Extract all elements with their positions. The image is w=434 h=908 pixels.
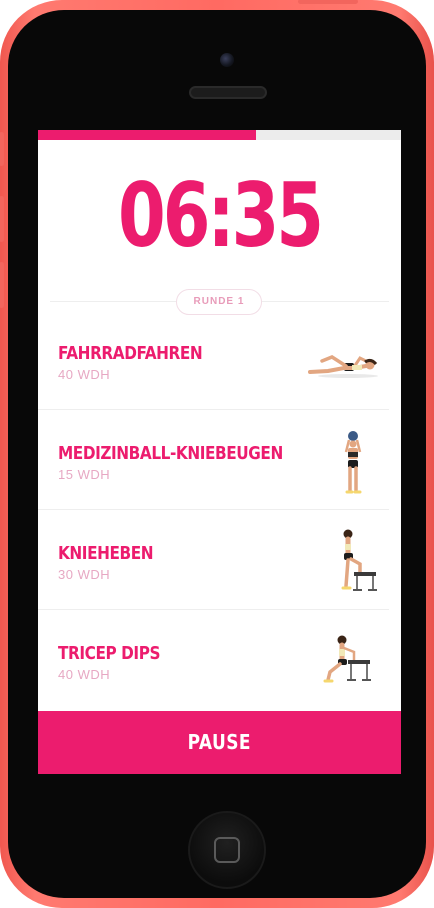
countdown-timer: 06:35 — [118, 164, 324, 267]
exercise-name: MEDIZINBALL-KNIEBEUGEN — [58, 443, 283, 464]
front-camera-icon — [220, 53, 234, 67]
medicine-ball-squat-figure-icon — [344, 431, 362, 494]
exercise-reps: 40 WDH — [58, 667, 111, 682]
exercise-list: FAHRRADFAHREN 40 WDH MEDIZINBALL-KNIEBEU… — [38, 310, 401, 710]
tricep-dips-bench-figure-icon — [323, 635, 371, 683]
exercise-name: KNIEHEBEN — [58, 543, 154, 564]
pause-button-label: PAUSE — [187, 730, 252, 754]
volume-up-button — [0, 196, 4, 242]
pause-button[interactable]: PAUSE — [38, 711, 401, 774]
workout-progress-fill — [38, 130, 256, 140]
workout-progress-bar — [38, 130, 401, 140]
exercise-item[interactable]: MEDIZINBALL-KNIEBEUGEN 15 WDH — [38, 410, 389, 510]
exercise-reps: 30 WDH — [58, 567, 111, 582]
exercise-item[interactable]: FAHRRADFAHREN 40 WDH — [38, 310, 389, 410]
mute-switch — [0, 132, 4, 166]
bicycle-crunch-figure-icon — [308, 355, 378, 378]
exercise-item[interactable]: TRICEP DIPS 40 WDH — [38, 610, 389, 710]
home-square-icon — [214, 837, 240, 863]
exercise-item[interactable]: KNIEHEBEN 30 WDH — [38, 510, 389, 610]
exercise-name: TRICEP DIPS — [58, 643, 161, 664]
exercise-reps: 40 WDH — [58, 367, 111, 382]
app-screen: 06:35 RUNDE 1 FAHRRADFAHREN 40 WDH MEDIZ… — [38, 130, 401, 774]
earpiece-speaker — [189, 86, 267, 99]
phone-frame: 06:35 RUNDE 1 FAHRRADFAHREN 40 WDH MEDIZ… — [0, 0, 434, 908]
exercise-name: FAHRRADFAHREN — [58, 343, 203, 364]
exercise-reps: 15 WDH — [58, 467, 111, 482]
volume-down-button — [0, 262, 4, 308]
power-button — [298, 0, 358, 4]
knee-raise-bench-figure-icon — [341, 529, 377, 591]
home-button[interactable] — [188, 811, 266, 889]
